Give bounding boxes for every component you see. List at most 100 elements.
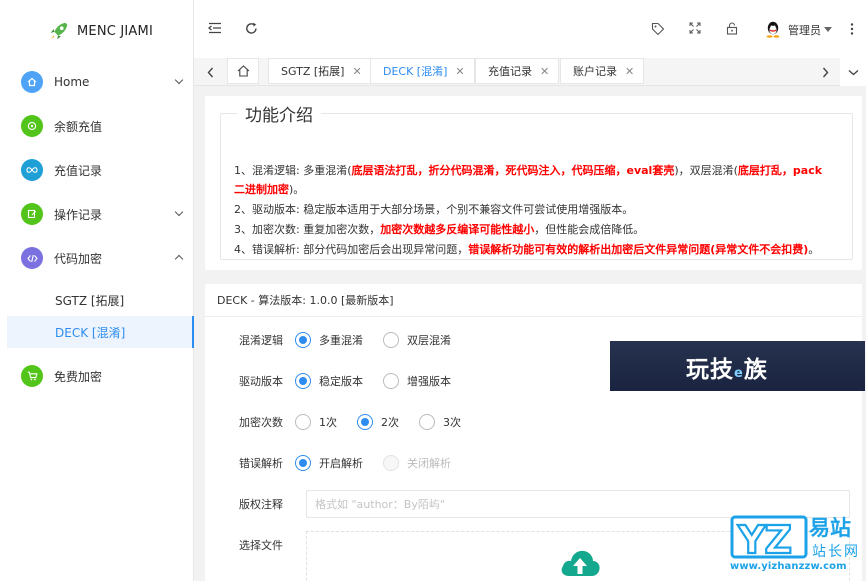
close-icon[interactable]: ✕ (540, 65, 549, 78)
radio-label: 1次 (319, 416, 337, 429)
radio-label: 关闭解析 (407, 457, 451, 470)
radio-count-2[interactable]: 2次 (357, 414, 399, 430)
banner-text: 玩技e族 (686, 350, 768, 384)
intro-line-1: 1、混淆逻辑: 多重混淆(底层语法打乱，折分代码混淆，死代码注入，代码压缩，ev… (234, 161, 832, 199)
tab-home[interactable] (227, 58, 259, 84)
radio-dot (383, 455, 399, 471)
fullscreen-icon[interactable] (689, 22, 701, 37)
sidebar-item-home[interactable]: Home (0, 63, 194, 101)
sidebar-item-label: 充值记录 (54, 163, 103, 178)
sidebar-item-code-encrypt[interactable]: 代码加密 (0, 239, 194, 277)
sidebar-item-label: 余额充值 (54, 119, 103, 134)
app-logo[interactable]: MENC JIAMI (0, 0, 193, 62)
radio-multi-obfuscation[interactable]: 多重混淆 (295, 332, 363, 348)
home-icon (21, 71, 43, 93)
cart-icon (21, 365, 43, 387)
form-title: DECK - 算法版本: 1.0.0 [最新版本] (205, 284, 862, 317)
home-icon (237, 65, 249, 77)
sidebar-subitem-sgtz[interactable]: SGTZ [拓展] (0, 284, 194, 316)
sidebar-item-recharge-records[interactable]: 充值记录 (0, 151, 194, 189)
user-menu[interactable]: 管理员 (765, 21, 832, 38)
svg-text:站长网: 站长网 (812, 544, 860, 560)
tab-bar: SGTZ [拓展] ✕ DECK [混淆] ✕ 充值记录 ✕ 账户记录 ✕ (194, 58, 866, 86)
coin-icon (21, 115, 43, 137)
tab-recharge-records[interactable]: 充值记录 ✕ (475, 58, 560, 84)
sidebar-item-free-encrypt[interactable]: 免费加密 (0, 357, 194, 395)
caret-down-icon (824, 27, 832, 32)
sidebar-item-operation-records[interactable]: 操作记录 (0, 195, 194, 233)
radio-label: 双层混淆 (407, 334, 451, 347)
highlight: 加密次数越多反编译可能性越小 (380, 223, 535, 236)
banner-text-b: 族 (743, 357, 768, 383)
intro-title: 功能介绍 (245, 106, 313, 126)
close-icon[interactable]: ✕ (352, 65, 361, 78)
tab-deck[interactable]: DECK [混淆] ✕ (370, 58, 475, 84)
banner-text-e: e (734, 366, 744, 381)
chevron-right-icon (822, 67, 828, 77)
radio-dot (383, 332, 399, 348)
radio-enhanced-version[interactable]: 增强版本 (383, 373, 451, 389)
infinity-icon (21, 159, 43, 181)
tab-account-records[interactable]: 账户记录 ✕ (560, 58, 645, 84)
sidebar-item-label: 操作记录 (54, 207, 103, 222)
intro-text: 1、混淆逻辑: 多重混淆(底层语法打乱，折分代码混淆，死代码注入，代码压缩，ev… (234, 161, 832, 260)
rocket-icon (50, 22, 68, 40)
banner-text-a: 玩技 (686, 357, 734, 383)
chevron-down-icon (174, 75, 184, 85)
sidebar-item-label: Home (54, 75, 90, 89)
close-icon[interactable]: ✕ (455, 65, 464, 78)
radio-count-1[interactable]: 1次 (295, 414, 337, 430)
radio-stable-version[interactable]: 稳定版本 (295, 373, 363, 389)
highlight: 底层语法打乱，折分代码混淆，死代码注入，代码压缩，eval套壳 (351, 164, 675, 177)
radio-dot (295, 455, 311, 471)
watermark-graphic: YZ 易站 站长网 (730, 515, 860, 563)
radio-parse-on[interactable]: 开启解析 (295, 455, 363, 471)
tabs-scroll-right-button[interactable] (814, 58, 836, 86)
tabs-dropdown-button[interactable] (840, 58, 866, 86)
refresh-icon[interactable] (245, 22, 258, 38)
tag-icon[interactable] (651, 22, 665, 39)
svg-text:易站: 易站 (809, 516, 851, 540)
radio-dot (295, 373, 311, 389)
radio-double-obfuscation[interactable]: 双层混淆 (383, 332, 451, 348)
lock-icon[interactable] (726, 22, 738, 38)
code-icon (21, 247, 43, 269)
tab-label: SGTZ [拓展] (281, 65, 345, 78)
field-label: 加密次数 (239, 416, 283, 429)
radio-dot (383, 373, 399, 389)
highlight: 错误解析功能可有效的解析出加密后文件异常问题(异常文件不会扣费) (468, 243, 809, 256)
sidebar-item-balance-recharge[interactable]: 余额充值 (0, 107, 194, 145)
chevron-up-icon (174, 254, 184, 264)
tab-sgtz[interactable]: SGTZ [拓展] ✕ (268, 58, 372, 84)
text: 3、加密次数: 重复加密次数， (234, 223, 381, 236)
field-label: 错误解析 (239, 457, 283, 470)
field-label: 混淆逻辑 (239, 334, 283, 347)
tabs-scroll-left-button[interactable] (199, 58, 221, 86)
more-icon[interactable] (850, 23, 854, 38)
close-icon[interactable]: ✕ (625, 65, 634, 78)
field-label: 选择文件 (239, 539, 283, 552)
user-name: 管理员 (788, 23, 821, 37)
collapse-icon[interactable] (207, 22, 222, 37)
field-label: 版权注释 (239, 498, 283, 511)
text: 1、混淆逻辑: 多重混淆( (234, 164, 352, 177)
radio-dot (295, 414, 311, 430)
radio-dot (419, 414, 435, 430)
sidebar-subitem-deck[interactable]: DECK [混淆] (7, 316, 194, 348)
radio-dot (295, 332, 311, 348)
sidebar: MENC JIAMI Home 余额充值 充值记录 操作记录 代码加密 SGTZ… (0, 0, 194, 581)
chevron-left-icon (207, 67, 213, 77)
intro-line-2: 2、驱动版本: 稳定版本适用于大部分场景，个别不兼容文件可尝试使用增强版本。 (234, 203, 634, 216)
radio-count-3[interactable]: 3次 (419, 414, 461, 430)
text: )，双层混淆( (674, 164, 738, 177)
promo-banner: 玩技e族 (610, 341, 865, 391)
tab-label: 充值记录 (488, 65, 532, 78)
text: 。 (808, 243, 820, 256)
tab-label: 账户记录 (573, 65, 617, 78)
radio-label: 稳定版本 (319, 375, 363, 388)
chevron-down-icon (174, 207, 184, 217)
intro-card: 功能介绍 1、混淆逻辑: 多重混淆(底层语法打乱，折分代码混淆，死代码注入，代码… (205, 96, 862, 270)
field-encrypt-count: 加密次数 1次 2次 3次 (205, 411, 481, 433)
avatar (766, 21, 780, 38)
tab-label: DECK [混淆] (383, 65, 448, 78)
